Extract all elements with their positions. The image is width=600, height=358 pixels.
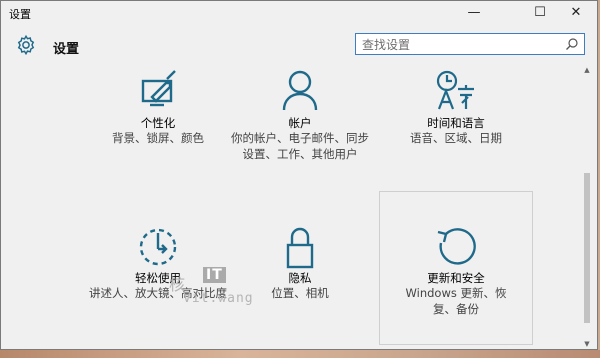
personalization-icon (141, 70, 176, 107)
tile-description: 你的帐户、电子邮件、同步设置、工作、其他用户 (231, 131, 369, 161)
tile-label: 更新和安全 (427, 271, 485, 285)
close-button[interactable]: ✕ (559, 1, 593, 25)
settings-window: 设置 — ☐ ✕ 设置 ▲ ▼ (0, 0, 598, 350)
tile-privacy[interactable]: 隐私 位置、相机 (223, 225, 377, 325)
tile-label: 隐私 (288, 271, 312, 285)
scroll-thumb[interactable] (584, 173, 590, 323)
settings-header: 设置 (1, 27, 597, 65)
scroll-down-arrow-icon[interactable]: ▼ (582, 339, 592, 349)
page-title: 设置 (53, 42, 80, 57)
gear-icon (17, 34, 35, 56)
search-input[interactable] (356, 35, 562, 55)
desktop-background (0, 350, 600, 358)
minimize-button[interactable]: — (457, 1, 491, 25)
scroll-up-arrow-icon[interactable]: ▲ (582, 65, 592, 75)
tile-description: 讲述人、放大镜、高对比度 (89, 286, 227, 300)
title-bar[interactable]: 设置 — ☐ ✕ (1, 1, 597, 25)
maximize-button[interactable]: ☐ (523, 1, 557, 25)
update-icon (437, 228, 476, 265)
tile-description: 语音、区域、日期 (410, 131, 502, 145)
tile-description: 背景、锁屏、颜色 (112, 131, 204, 145)
search-icon[interactable] (565, 37, 579, 51)
time-language-icon (436, 70, 474, 110)
lock-icon (286, 227, 314, 269)
tile-personalization[interactable]: 个性化 背景、锁屏、颜色 (81, 69, 235, 179)
search-box[interactable] (355, 33, 585, 55)
ease-of-access-icon (139, 228, 177, 266)
tile-update-security[interactable]: 更新和安全 Windows 更新、恢复、备份 (379, 225, 533, 325)
vertical-scrollbar[interactable]: ▲ ▼ (582, 65, 592, 351)
tile-description: Windows 更新、恢复、备份 (405, 286, 507, 316)
tile-time-language[interactable]: 时间和语言 语音、区域、日期 (379, 69, 533, 179)
tile-label: 帐户 (288, 116, 312, 130)
tile-description: 位置、相机 (271, 286, 329, 300)
tile-label: 时间和语言 (427, 116, 485, 130)
account-icon (282, 70, 318, 111)
window-title: 设置 (9, 8, 31, 21)
tile-label: 个性化 (140, 116, 176, 130)
tile-accounts[interactable]: 帐户 你的帐户、电子邮件、同步设置、工作、其他用户 (223, 69, 377, 179)
tile-ease-of-access[interactable]: 轻松使用 讲述人、放大镜、高对比度 (81, 225, 235, 325)
tile-label: 轻松使用 (135, 271, 181, 285)
